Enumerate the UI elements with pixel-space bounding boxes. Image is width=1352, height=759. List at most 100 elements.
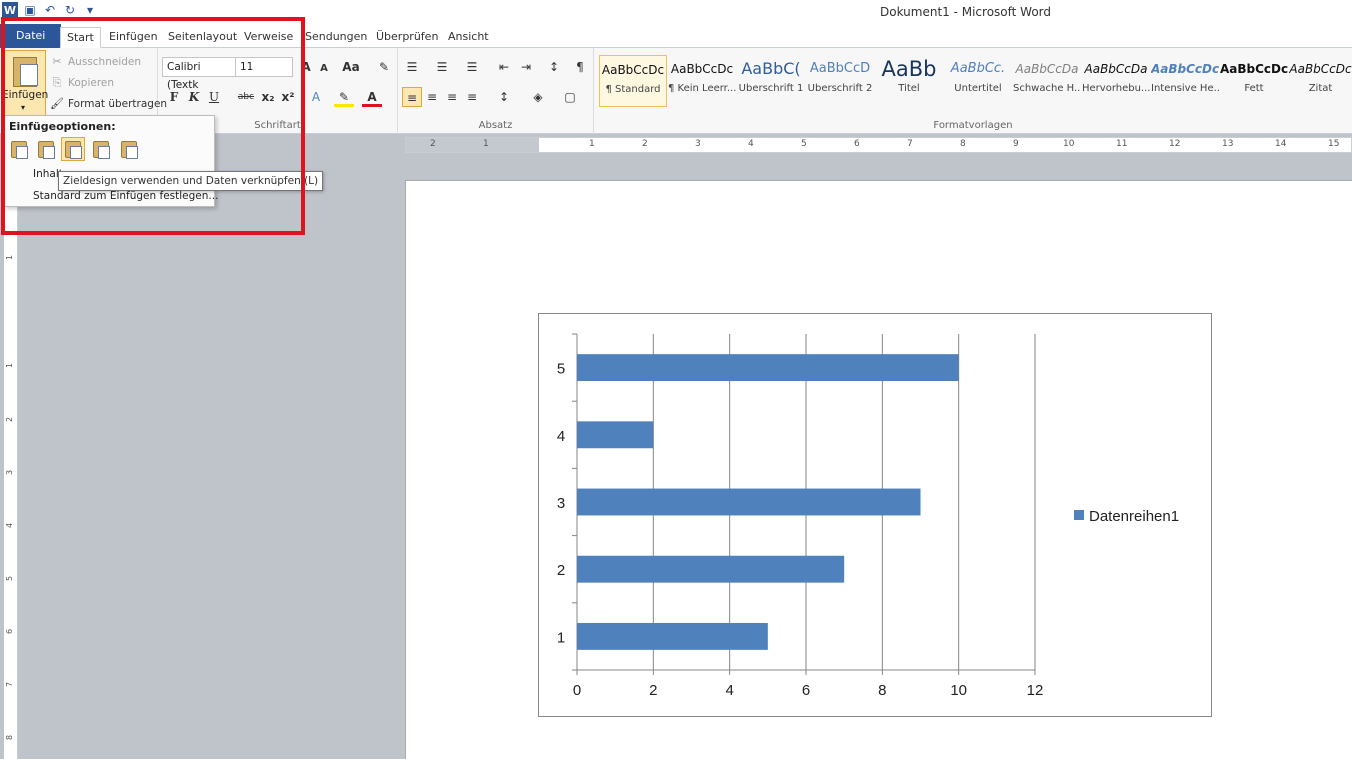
copy-button[interactable]: ⎘ Kopieren [50, 76, 114, 90]
shrink-font-button[interactable]: A [314, 59, 334, 79]
decrease-indent-icon[interactable]: ⇤ [494, 57, 514, 77]
format-painter-button[interactable]: 🖌 Format übertragen [50, 97, 167, 111]
subscript-icon[interactable]: x₂ [258, 87, 278, 107]
ruler-tick: 13 [1222, 139, 1234, 149]
justify-icon[interactable]: ≡ [462, 87, 482, 107]
x-tick-label: 0 [573, 682, 581, 699]
ruler-tick: 1 [589, 139, 595, 149]
style-sample: AaBbCcDa [1084, 62, 1148, 76]
bar [577, 421, 654, 449]
strikethrough-button[interactable]: abc [234, 87, 258, 107]
tab-seitenlayout[interactable]: Seitenlayout [162, 27, 243, 48]
paste-option-picture-icon[interactable] [117, 137, 141, 161]
cut-button[interactable]: ✂ Ausschneiden [50, 55, 141, 69]
align-right-icon[interactable]: ≡ [442, 87, 462, 107]
style-kein-leerraum[interactable]: AaBbCcDc ¶ Kein Leerr... [668, 55, 736, 107]
tab-ansicht[interactable]: Ansicht [442, 27, 495, 48]
redo-icon[interactable]: ↻ [62, 2, 78, 18]
ruler-tick: 1 [5, 254, 15, 261]
style-untertitel[interactable]: AaBbCc. Untertitel [944, 55, 1012, 107]
scissors-icon: ✂ [52, 55, 62, 68]
font-name-select[interactable]: Calibri (Textk [162, 57, 236, 91]
paragraph-group-label: Absatz [478, 120, 513, 131]
paste-option-link-destination-icon[interactable] [61, 137, 85, 161]
grow-font-button[interactable]: A [296, 57, 316, 77]
style-sample: AaBbCcD [809, 61, 871, 76]
tab-einfuegen[interactable]: Einfügen [103, 27, 164, 48]
tab-start[interactable]: Start [60, 27, 101, 48]
underline-button[interactable]: U [204, 87, 224, 107]
increase-indent-icon[interactable]: ⇥ [516, 57, 536, 77]
paste-dropdown-icon[interactable]: ▾ [21, 103, 25, 112]
paste-options-menu: Einfügeoptionen: Inhalt Standard zum Ein… [4, 115, 218, 207]
ruler-tick: 10 [1063, 139, 1075, 149]
align-left-icon[interactable]: ≡ [402, 87, 422, 107]
style-sample: AaBbCcDc [670, 62, 734, 76]
vertical-ruler[interactable]: 1 1 2 3 4 5 6 7 8 [4, 153, 18, 759]
copy-label: Kopieren [68, 77, 115, 89]
ruler-tick: 3 [695, 139, 701, 149]
tab-verweise[interactable]: Verweise [238, 27, 299, 48]
numbering-icon[interactable]: ☰ [432, 57, 452, 77]
style-name: Hervorhebu... [1082, 83, 1150, 94]
italic-button[interactable]: K [184, 87, 204, 107]
pilcrow-icon[interactable]: ¶ [570, 57, 590, 77]
style-schwache-hervorhebung[interactable]: AaBbCcDa Schwache H... [1013, 55, 1081, 107]
style-sample: AaBbCc. [950, 61, 1006, 76]
align-center-icon[interactable]: ≡ [422, 87, 442, 107]
shading-icon[interactable]: ◈ [528, 87, 548, 107]
horizontal-ruler[interactable]: 2 1 1 2 3 4 5 6 7 8 9 10 11 12 13 14 15 [405, 137, 1352, 153]
bold-button[interactable]: F [164, 87, 184, 107]
paste-option-embed-icon[interactable] [34, 137, 58, 161]
style-intensive-hervorhebung[interactable]: AaBbCcDc Intensive He... [1151, 55, 1219, 107]
paste-option-keep-source-icon[interactable] [7, 137, 31, 161]
paste-option-link-source-icon[interactable] [89, 137, 113, 161]
set-default-paste-item[interactable]: Standard zum Einfügen festlegen... [33, 190, 218, 202]
tab-datei[interactable]: Datei [0, 24, 62, 48]
group-paragraph: ☰ ☰ ☰ ⇤ ⇥ ↕ ¶ ≡ ≡ ≡ ≡ ↕ ◈ ▢ Absatz [398, 48, 594, 134]
ruler-tick: 5 [801, 139, 807, 149]
ruler-tick: 4 [748, 139, 754, 149]
multilevel-list-icon[interactable]: ☰ [462, 57, 482, 77]
ruler-margin [406, 138, 539, 152]
style-fett[interactable]: AaBbCcDc Fett [1220, 55, 1288, 107]
style-sample: AaBbCcDc [601, 63, 665, 77]
sort-icon[interactable]: ↕ [544, 57, 564, 77]
superscript-icon[interactable]: x² [278, 87, 298, 107]
paste-options-heading: Einfügeoptionen: [9, 120, 116, 133]
style-sample: AaBbCcDa [1015, 62, 1079, 76]
x-tick-label: 2 [649, 682, 657, 699]
line-spacing-icon[interactable]: ↕ [494, 87, 514, 107]
save-icon[interactable]: ▣ [22, 2, 38, 18]
customize-qat-icon[interactable]: ▾ [82, 2, 98, 18]
font-size-value: 11 [240, 61, 254, 73]
tab-sendungen[interactable]: Sendungen [299, 27, 373, 48]
text-effects-icon[interactable]: A [306, 87, 326, 107]
style-name: Intensive He... [1151, 83, 1219, 94]
undo-icon[interactable]: ↶ [42, 2, 58, 18]
change-case-button[interactable]: Aa [338, 57, 364, 77]
style-hervorhebung[interactable]: AaBbCcDa Hervorhebu... [1082, 55, 1150, 107]
ruler-tick: 2 [430, 139, 436, 149]
style-sample: AaBbCcDc [1220, 62, 1288, 76]
font-size-select[interactable]: 11 [235, 57, 293, 77]
brush-icon: 🖌 [50, 97, 64, 110]
borders-icon[interactable]: ▢ [560, 87, 580, 107]
clear-format-icon[interactable]: ✎ [374, 57, 394, 77]
style-titel[interactable]: AaBb Titel [875, 55, 943, 107]
bullets-icon[interactable]: ☰ [402, 57, 422, 77]
style-ueberschrift-2[interactable]: AaBbCcD Überschrift 2 [806, 55, 874, 107]
style-ueberschrift-1[interactable]: AaBbC( Überschrift 1 [737, 55, 805, 107]
bar-chart[interactable]: 0 2 4 6 8 10 12 1 2 3 4 5 Datenreihen1 [538, 313, 1212, 717]
page-icon [20, 64, 38, 86]
ribbon-tabs: Datei Start Einfügen Seitenlayout Verwei… [0, 24, 1352, 48]
font-color-icon[interactable]: A [362, 87, 382, 107]
ruler-tick: 1 [483, 139, 489, 149]
highlight-icon[interactable]: ✎ [334, 87, 354, 107]
style-zitat[interactable]: AaBbCcDc Zitat [1289, 55, 1352, 107]
group-styles: AaBbCcDc ¶ Standard AaBbCcDc ¶ Kein Leer… [594, 48, 1352, 134]
style-standard[interactable]: AaBbCcDc ¶ Standard [599, 55, 667, 107]
tab-ueberpruefen[interactable]: Überprüfen [370, 27, 444, 48]
bar [577, 622, 768, 650]
style-name: ¶ Standard [605, 84, 661, 95]
